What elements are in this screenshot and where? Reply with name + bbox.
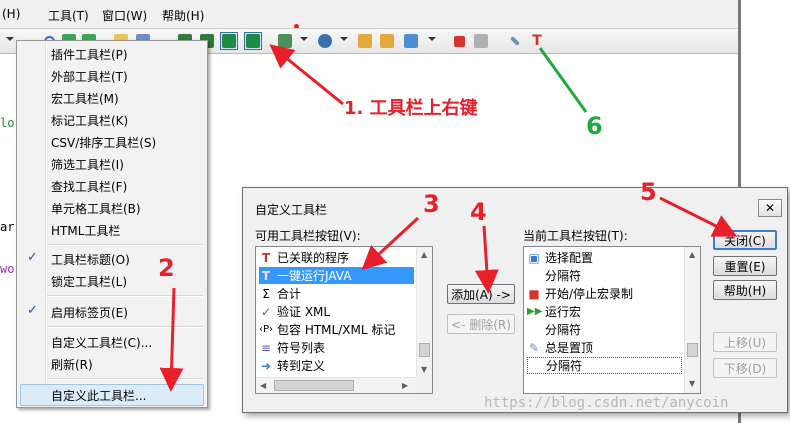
annotation-step-6: 6 bbox=[586, 112, 603, 140]
annotation-arrows bbox=[159, 44, 738, 392]
arrow-1 bbox=[269, 44, 344, 106]
watermark: https://blog.csdn.net/anycoin bbox=[484, 395, 729, 411]
annotation-step-3: 3 bbox=[423, 190, 440, 218]
annotation-step-4: 4 bbox=[470, 198, 487, 226]
annotation-step-5: 5 bbox=[640, 178, 657, 206]
line-6 bbox=[538, 47, 588, 113]
arrow-2 bbox=[159, 287, 184, 392]
annotation-step-2: 2 bbox=[158, 254, 175, 282]
annotation-step-1: 1. 工具栏上右键 bbox=[344, 98, 478, 119]
arrow-3 bbox=[361, 216, 420, 271]
arrow-5 bbox=[659, 196, 738, 237]
arrow-4 bbox=[474, 225, 499, 294]
